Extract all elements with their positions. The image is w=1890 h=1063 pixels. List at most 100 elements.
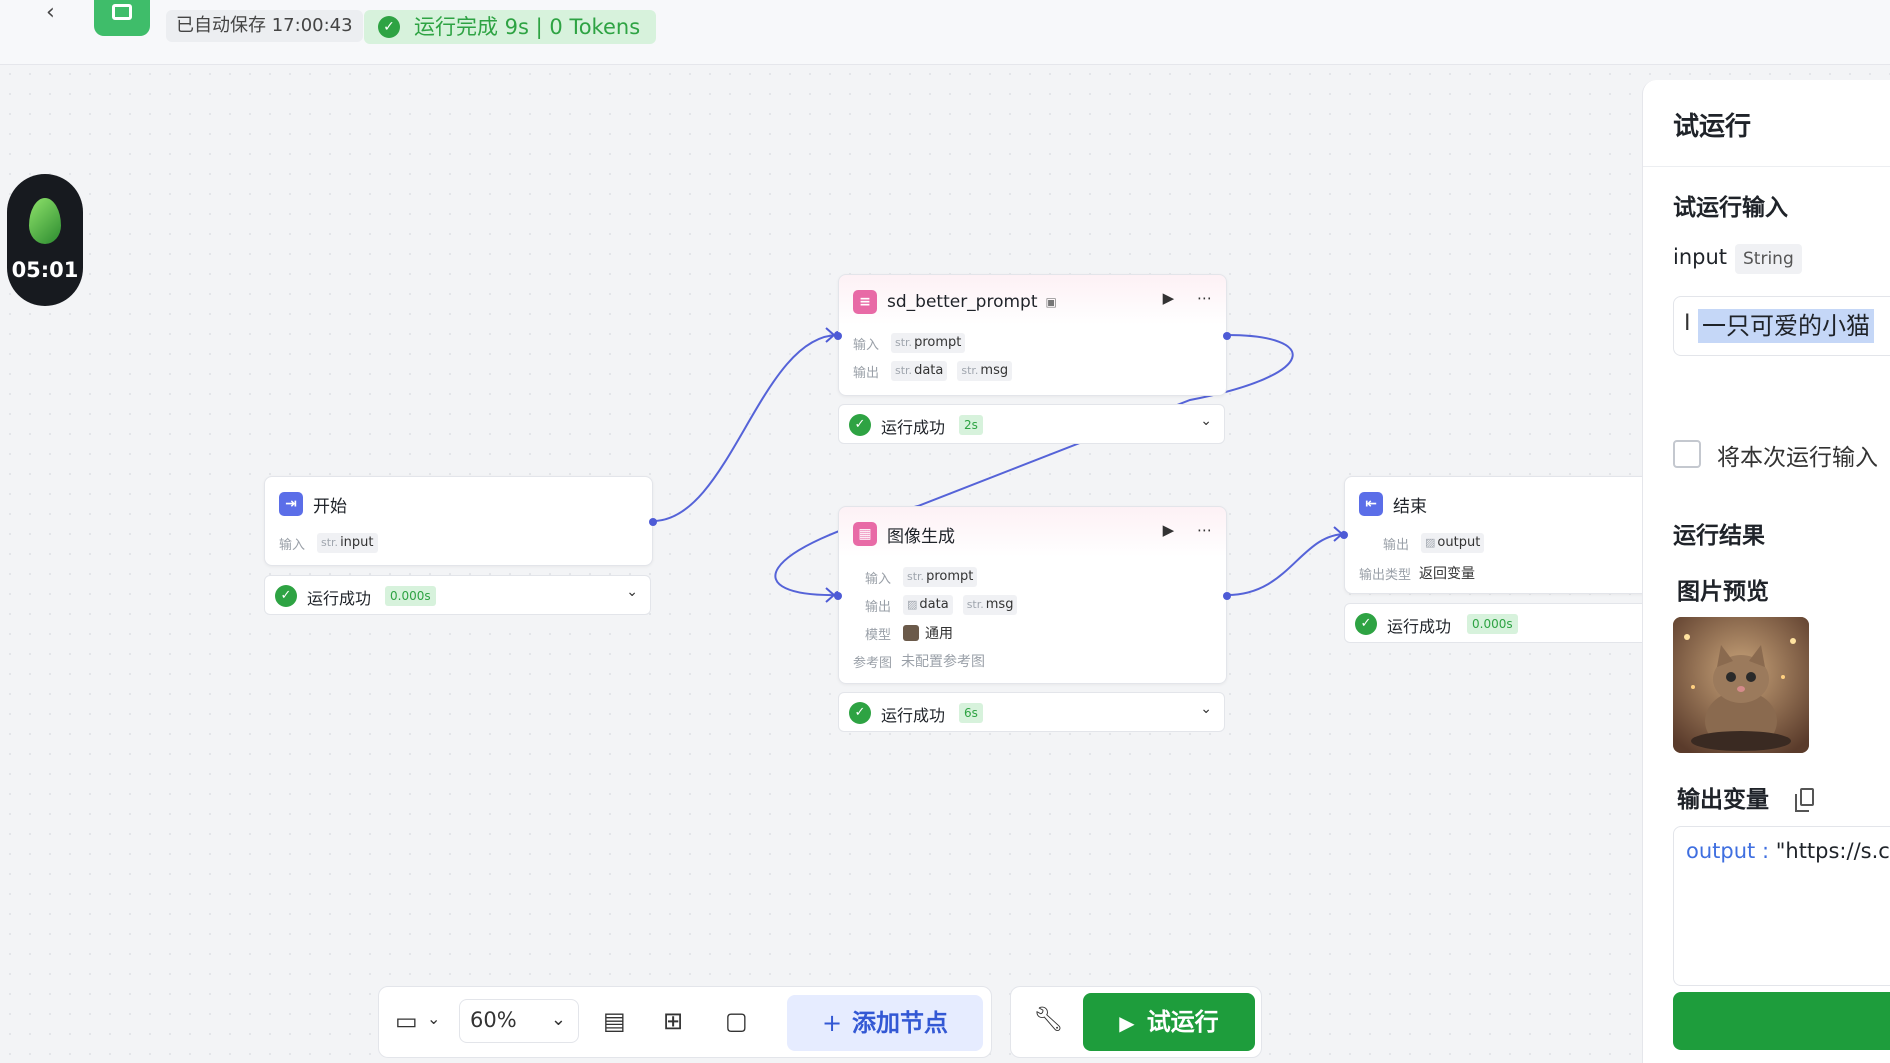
edge-start-to-prompt	[652, 334, 839, 522]
timer-time: 05:01	[11, 258, 79, 282]
add-node-label: 添加节点	[852, 1009, 949, 1037]
node-image-status[interactable]: ✓ 运行成功 6s ⌄	[838, 692, 1225, 732]
prompt-node-icon: ≡	[853, 290, 877, 314]
output-label: 输出	[1383, 537, 1410, 553]
input-param-tag: str. prompt	[891, 333, 966, 353]
chevron-down-icon[interactable]: ⌄	[1200, 701, 1212, 717]
input-port[interactable]	[834, 332, 842, 340]
play-icon[interactable]: ▶	[1163, 521, 1175, 539]
image-node-icon: ▦	[853, 522, 877, 546]
output-label: 输出	[865, 599, 892, 615]
image-type-icon: ▨	[907, 598, 918, 611]
add-node-button[interactable]: + 添加节点	[787, 995, 983, 1051]
node-start-status[interactable]: ✓ 运行成功 0.000s ⌄	[264, 575, 651, 615]
save-input-label: 将本次运行输入	[1717, 445, 1878, 471]
output-port[interactable]	[1223, 592, 1231, 600]
save-input-checkbox[interactable]	[1673, 440, 1701, 468]
node-title: 结束	[1393, 496, 1427, 517]
play-icon[interactable]: ▶	[1163, 289, 1175, 307]
model-value: 通用	[925, 626, 953, 642]
duration-badge: 6s	[959, 703, 983, 723]
chevron-down-icon[interactable]: ⌄	[1200, 413, 1212, 429]
output-port[interactable]	[649, 518, 657, 526]
duration-badge: 0.000s	[385, 586, 436, 606]
status-text: 运行成功	[1387, 617, 1452, 636]
input-textbox[interactable]: I 一只可爱的小猫	[1673, 296, 1890, 356]
timer-widget[interactable]: 05:01	[7, 174, 83, 306]
run-status-text: 运行完成 9s | 0 Tokens	[414, 15, 641, 39]
output-vars-box[interactable]: output : "https://s.co	[1673, 826, 1890, 986]
result-section-title: 运行结果	[1673, 523, 1765, 549]
comment-icon[interactable]: ▤	[603, 1007, 626, 1035]
output-var-separator: :	[1761, 839, 1776, 863]
test-run-label: 试运行	[1146, 1008, 1219, 1036]
duration-badge: 0.000s	[1467, 614, 1518, 634]
leaf-icon	[29, 198, 61, 244]
back-arrow-icon[interactable]: ‹	[46, 0, 55, 25]
output-param-tag: str. msg	[957, 361, 1013, 381]
input-label: 输入	[865, 571, 892, 587]
divider	[1643, 166, 1890, 167]
success-check-icon: ✓	[849, 702, 871, 724]
node-end-status[interactable]: ✓ 运行成功 0.000s	[1344, 603, 1664, 643]
output-param-tag: str. msg	[962, 595, 1018, 615]
status-text: 运行成功	[881, 418, 946, 437]
plus-icon: +	[821, 1009, 843, 1037]
node-title: 开始	[313, 496, 347, 517]
generated-image-preview[interactable]	[1673, 617, 1809, 753]
output-port[interactable]	[1223, 332, 1231, 340]
output-type-label: 输出类型	[1359, 567, 1412, 583]
app-logo	[94, 0, 150, 36]
end-node-icon: ⇤	[1359, 492, 1383, 516]
edge-image-to-end	[1226, 533, 1347, 596]
start-node-icon: ⇥	[279, 492, 303, 516]
node-image-generation[interactable]: ▦ 图像生成 ▶ ⋯ 输入 str. prompt 输出 ▨ data str. ms…	[834, 506, 1231, 684]
output-var-value: "https://s.co	[1775, 839, 1890, 863]
status-text: 运行成功	[307, 589, 372, 608]
input-param-tag: str. prompt	[903, 567, 978, 587]
chevron-down-icon[interactable]: ⌄	[427, 1009, 440, 1028]
autosave-status: 已自动保存 17:00:43	[166, 10, 363, 42]
input-section-title: 试运行输入	[1673, 195, 1788, 221]
screen-layout-icon[interactable]: ▭	[395, 1007, 418, 1035]
output-param-tag: str. data	[891, 361, 948, 381]
run-status-badge: ✓ 运行完成 9s | 0 Tokens	[364, 10, 657, 44]
input-field-label: input	[1673, 245, 1728, 269]
canvas-toolbar: ▭ ⌄ 60% ⌄ ▤ ⊞ ▢ + 添加节点	[378, 986, 992, 1058]
node-start[interactable]: ⇥ 开始 输入 str. input	[264, 476, 657, 566]
info-icon: ▣	[1045, 295, 1057, 309]
duration-badge: 2s	[959, 415, 983, 435]
more-icon[interactable]: ⋯	[1197, 521, 1212, 539]
more-icon[interactable]: ⋯	[1197, 289, 1212, 307]
input-type-badge: String	[1735, 244, 1802, 274]
test-run-panel: 试运行 试运行输入 input String I 一只可爱的小猫 将本次运行输入…	[1642, 80, 1890, 1063]
output-type-value: 返回变量	[1419, 566, 1475, 582]
success-check-icon: ✓	[849, 414, 871, 436]
play-icon: ▶	[1119, 1011, 1135, 1035]
test-run-button[interactable]: ▶ 试运行	[1083, 993, 1255, 1051]
panel-action-button[interactable]	[1673, 992, 1890, 1050]
reference-label: 参考图	[853, 655, 893, 671]
copy-icon[interactable]	[1795, 788, 1814, 812]
model-label: 模型	[865, 627, 892, 643]
input-port[interactable]	[1340, 531, 1348, 539]
success-check-icon: ✓	[275, 585, 297, 607]
output-vars-title: 输出变量	[1677, 787, 1769, 813]
minimap-icon[interactable]: ▢	[725, 1007, 748, 1035]
node-sd-better-prompt[interactable]: ≡ sd_better_prompt ▣ ▶ ⋯ 输入 str. prompt 输…	[834, 274, 1231, 396]
image-preview-title: 图片预览	[1677, 579, 1769, 605]
node-title: sd_better_prompt	[887, 292, 1038, 312]
model-avatar-icon	[903, 625, 919, 641]
image-type-icon: ▨	[1425, 536, 1436, 549]
zoom-select[interactable]: 60% ⌄	[459, 999, 579, 1043]
input-port[interactable]	[834, 592, 842, 600]
chevron-down-icon[interactable]: ⌄	[626, 584, 638, 600]
node-prompt-status[interactable]: ✓ 运行成功 2s ⌄	[838, 404, 1225, 444]
wrench-icon[interactable]: 🔧︎	[1033, 1005, 1063, 1033]
cat-image	[1673, 617, 1809, 753]
output-param-tag: ▨ data	[903, 595, 953, 615]
node-end[interactable]: ⇤ 结束 输出 ▨ output 输出类型 返回变量	[1340, 476, 1664, 594]
text-cursor-icon: I	[1684, 311, 1691, 336]
grid-layout-icon[interactable]: ⊞	[663, 1007, 683, 1035]
top-bar: ‹ 已自动保存 17:00:43 ✓ 运行完成 9s | 0 Tokens	[0, 0, 1890, 65]
